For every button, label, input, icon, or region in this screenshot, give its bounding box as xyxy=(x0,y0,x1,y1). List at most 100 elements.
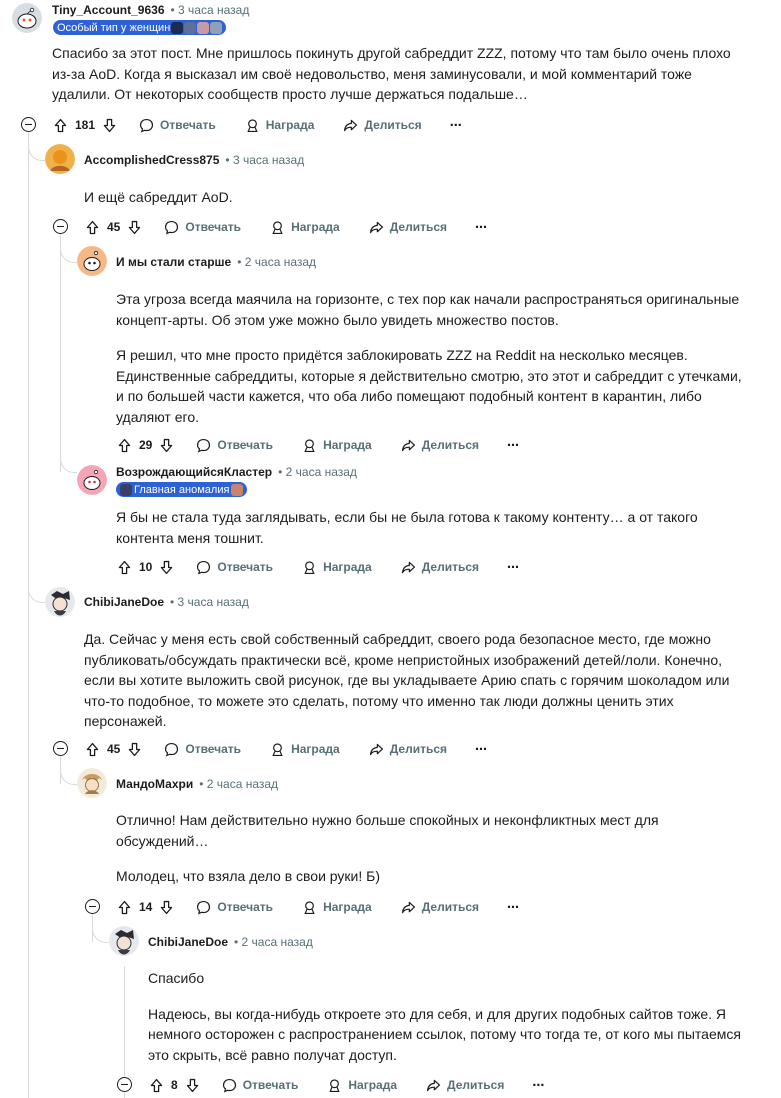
thread-line xyxy=(28,132,29,1098)
downvote-button[interactable] xyxy=(126,741,143,758)
username[interactable]: МандоМахри xyxy=(116,777,193,791)
flair-emoji xyxy=(120,483,132,496)
share-label: Делиться xyxy=(389,742,448,756)
downvote-button[interactable] xyxy=(158,899,175,916)
username[interactable]: ChibiJaneDoe xyxy=(148,935,228,949)
downvote-button[interactable] xyxy=(101,117,118,134)
reply-label: Отвечать xyxy=(242,1078,299,1092)
timestamp[interactable]: • 3 часа назад xyxy=(171,3,250,17)
award-button[interactable]: Награда xyxy=(326,1077,397,1094)
vote-count: 10 xyxy=(139,560,153,574)
comment-paragraph: Я решил, что мне просто придётся заблоки… xyxy=(116,347,742,425)
share-button[interactable]: Делиться xyxy=(425,1077,504,1094)
timestamp[interactable]: • 3 часа назад xyxy=(170,595,249,609)
reply-button[interactable]: Отвечать xyxy=(221,1077,299,1094)
upvote-button[interactable] xyxy=(148,1077,165,1094)
comment-paragraph: Я бы не стала туда заглядывать, если бы … xyxy=(116,509,698,546)
comment-icon xyxy=(165,742,179,756)
user-avatar-icon xyxy=(45,144,75,174)
comment-icon xyxy=(222,1078,236,1092)
more-options-button[interactable]: ⋯ xyxy=(450,118,462,132)
share-button[interactable]: Делиться xyxy=(368,219,447,236)
timestamp[interactable]: • 2 часа назад xyxy=(278,465,357,479)
upvote-button[interactable] xyxy=(84,741,101,758)
comment-icon xyxy=(139,118,154,132)
timestamp[interactable]: • 2 часа назад xyxy=(199,777,278,791)
share-button[interactable]: Делиться xyxy=(342,117,422,134)
award-button[interactable]: Награда xyxy=(301,437,372,454)
user-flair: Главная аномалия xyxy=(116,482,248,497)
more-icon: ⋯ xyxy=(532,1078,545,1092)
downvote-button[interactable] xyxy=(184,1077,201,1094)
more-options-button[interactable]: ⋯ xyxy=(507,560,519,574)
flair-emoji xyxy=(184,21,197,34)
username[interactable]: AccomplishedCress875 xyxy=(84,153,219,167)
downvote-button[interactable] xyxy=(158,559,175,576)
comment-paragraph: Да. Сейчас у меня есть свой собственный … xyxy=(84,631,730,729)
thread-branch xyxy=(60,444,77,473)
timestamp[interactable]: • 2 часа назад xyxy=(234,935,313,949)
collapse-thread-button[interactable] xyxy=(85,899,100,914)
downvote-icon xyxy=(129,220,141,234)
award-button[interactable]: Награда xyxy=(301,559,372,576)
timestamp[interactable]: • 2 часа назад xyxy=(237,255,316,269)
comment-paragraph: И ещё сабреддит AoD. xyxy=(84,189,233,205)
reply-button[interactable]: Отвечать xyxy=(195,559,273,576)
more-options-button[interactable]: ⋯ xyxy=(475,742,487,756)
reply-label: Отвечать xyxy=(217,560,274,574)
more-icon: ⋯ xyxy=(507,900,520,914)
collapse-thread-button[interactable] xyxy=(53,219,68,234)
avatar[interactable] xyxy=(77,768,107,798)
award-button[interactable]: Награда xyxy=(244,117,314,134)
upvote-button[interactable] xyxy=(52,117,69,134)
award-label: Награда xyxy=(348,1078,398,1092)
more-options-button[interactable]: ⋯ xyxy=(507,900,519,914)
reply-button[interactable]: Отвечать xyxy=(195,899,273,916)
snoo-avatar-icon xyxy=(77,246,107,276)
reply-button[interactable]: Отвечать xyxy=(195,437,273,454)
comment-body: Эта угроза всегда маячила на горизонте, … xyxy=(116,289,744,442)
upvote-button[interactable] xyxy=(116,437,133,454)
avatar[interactable] xyxy=(77,465,107,495)
reply-button[interactable]: Отвечать xyxy=(138,117,216,134)
username[interactable]: ВозрождающийсяКластер xyxy=(116,465,272,479)
share-button[interactable]: Делиться xyxy=(400,899,479,916)
downvote-button[interactable] xyxy=(158,437,175,454)
username[interactable]: И мы стали старше xyxy=(116,255,231,269)
upvote-icon xyxy=(118,438,131,452)
avatar[interactable] xyxy=(12,3,42,33)
comment-paragraph: Спасибо за этот пост. Мне пришлось покин… xyxy=(52,45,731,102)
upvote-button[interactable] xyxy=(84,219,101,236)
share-button[interactable]: Делиться xyxy=(400,559,479,576)
upvote-button[interactable] xyxy=(116,899,133,916)
reply-button[interactable]: Отвечать xyxy=(163,219,241,236)
avatar[interactable] xyxy=(45,587,75,617)
award-button[interactable]: Награда xyxy=(269,219,340,236)
downvote-button[interactable] xyxy=(126,219,143,236)
avatar[interactable] xyxy=(77,246,107,276)
comment-body: Спасибо Надеюсь, вы когда-нибудь откроет… xyxy=(148,968,744,1080)
share-button[interactable]: Делиться xyxy=(400,437,479,454)
collapse-thread-button[interactable] xyxy=(117,1077,132,1092)
avatar[interactable] xyxy=(45,144,75,174)
username[interactable]: Tiny_Account_9636 xyxy=(52,3,165,17)
upvote-button[interactable] xyxy=(116,559,133,576)
username[interactable]: ChibiJaneDoe xyxy=(84,595,164,609)
collapse-thread-button[interactable] xyxy=(21,117,36,132)
comment-actions: 8 Отвечать Награда Делиться ⋯ xyxy=(148,1075,544,1095)
thread-branch xyxy=(60,758,77,785)
more-options-button[interactable]: ⋯ xyxy=(507,438,519,452)
vote-count: 29 xyxy=(139,438,153,452)
vote-count: 181 xyxy=(75,118,96,132)
comment-header: Tiny_Account_9636 • 3 часа назад xyxy=(52,3,249,17)
share-button[interactable]: Делиться xyxy=(368,741,447,758)
award-button[interactable]: Награда xyxy=(269,741,340,758)
avatar[interactable] xyxy=(109,926,139,956)
more-options-button[interactable]: ⋯ xyxy=(475,220,487,234)
award-button[interactable]: Награда xyxy=(301,899,372,916)
reply-button[interactable]: Отвечать xyxy=(163,741,241,758)
timestamp[interactable]: • 3 часа назад xyxy=(225,153,304,167)
award-icon xyxy=(272,220,283,234)
more-options-button[interactable]: ⋯ xyxy=(532,1078,544,1092)
collapse-thread-button[interactable] xyxy=(53,741,68,756)
